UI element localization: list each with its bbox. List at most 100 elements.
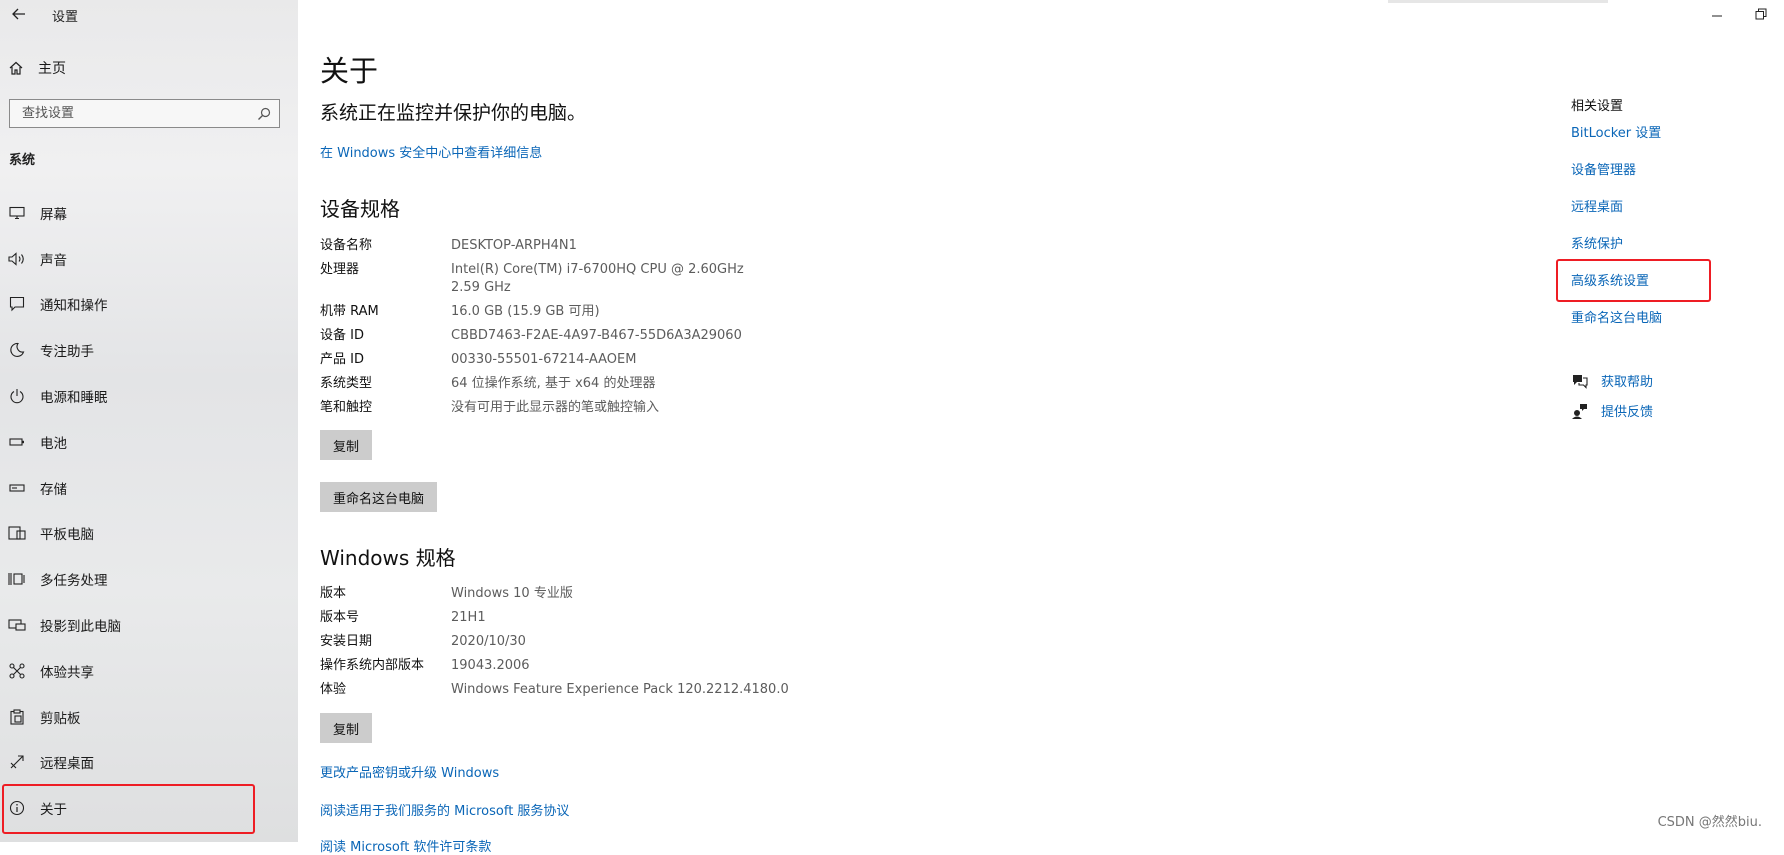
device-manager-link[interactable]: 设备管理器 — [1571, 159, 1636, 178]
sidebar-item-label: 平板电脑 — [40, 527, 94, 544]
sidebar-item-label: 存储 — [40, 481, 67, 498]
sidebar-item-remote-desktop[interactable]: 远程桌面 — [0, 740, 298, 786]
power-icon — [8, 387, 26, 405]
spec-row-product-id: 产品 ID 00330-55501-67214-AAOEM — [320, 351, 744, 369]
display-icon — [8, 204, 26, 222]
spec-label: 操作系统内部版本 — [320, 658, 425, 673]
search-box[interactable] — [9, 99, 280, 128]
spec-value: 19043.2006 — [451, 658, 530, 673]
sidebar-item-clipboard[interactable]: 剪贴板 — [0, 694, 298, 740]
window-title: 设置 — [52, 10, 79, 25]
sidebar-item-project[interactable]: 投影到此电脑 — [0, 602, 298, 648]
sidebar-item-label: 通知和操作 — [40, 298, 108, 315]
spec-label: 设备 ID — [320, 328, 364, 343]
get-help-link[interactable]: 获取帮助 — [1601, 371, 1653, 390]
sidebar-item-display[interactable]: 屏幕 — [0, 190, 298, 236]
spec-row-device-id: 设备 ID CBBD7463-F2AE-4A97-B467-55D6A3A290… — [320, 327, 744, 345]
highlight-box-about — [2, 784, 255, 834]
search-input[interactable] — [20, 105, 257, 122]
give-feedback-link[interactable]: 提供反馈 — [1601, 401, 1653, 420]
spec-label: 产品 ID — [320, 352, 364, 367]
sidebar-item-home[interactable]: 主页 — [8, 58, 66, 78]
spec-label: 版本号 — [320, 610, 360, 625]
sidebar-item-label: 声音 — [40, 252, 67, 269]
change-product-key-link[interactable]: 更改产品密钥或升级 Windows — [320, 762, 499, 781]
services-agreement-link[interactable]: 阅读适用于我们服务的 Microsoft 服务协议 — [320, 800, 569, 819]
remote-desktop-link[interactable]: 远程桌面 — [1571, 196, 1623, 215]
sidebar-item-label: 专注助手 — [40, 344, 94, 361]
sidebar-item-shared-experiences[interactable]: 体验共享 — [0, 648, 298, 694]
spec-label: 机带 RAM — [320, 304, 379, 319]
spec-value: Windows Feature Experience Pack 120.2212… — [451, 682, 789, 697]
watermark: CSDN @然然biu. — [1657, 815, 1762, 830]
spec-row-install-date: 安装日期 2020/10/30 — [320, 633, 789, 651]
spec-label: 安装日期 — [320, 634, 373, 649]
spec-row-pen-touch: 笔和触控 没有可用于此显示器的笔或触控输入 — [320, 399, 744, 417]
sidebar-item-storage[interactable]: 存储 — [0, 465, 298, 511]
system-protection-link[interactable]: 系统保护 — [1571, 233, 1623, 252]
page-title: 关于 — [320, 54, 379, 88]
spec-label: 版本 — [320, 586, 347, 601]
sidebar-nav: 屏幕 声音 通知和操作 专注助手 电源和睡眠 电池 存储 平板电脑 多任务处理 … — [0, 190, 298, 831]
spec-value: Intel(R) Core(TM) i7-6700HQ CPU @ 2.60GH… — [451, 262, 744, 295]
copy-device-specs-button[interactable]: 复制 — [320, 430, 373, 460]
spec-value: 16.0 GB (15.9 GB 可用) — [451, 304, 600, 319]
sidebar-item-power-sleep[interactable]: 电源和睡眠 — [0, 373, 298, 419]
license-terms-link[interactable]: 阅读 Microsoft 软件许可条款 — [320, 836, 491, 855]
spec-value: 2020/10/30 — [451, 634, 526, 649]
sidebar-item-notifications[interactable]: 通知和操作 — [0, 282, 298, 328]
spec-row-system-type: 系统类型 64 位操作系统, 基于 x64 的处理器 — [320, 375, 744, 393]
bitlocker-settings-link[interactable]: BitLocker 设置 — [1571, 122, 1661, 141]
windows-specs-table: 版本 Windows 10 专业版 版本号 21H1 安装日期 2020/10/… — [320, 585, 789, 705]
home-label: 主页 — [38, 61, 66, 77]
sidebar-item-label: 电源和睡眠 — [40, 390, 108, 407]
sidebar-item-label: 屏幕 — [40, 206, 67, 223]
multitask-icon — [8, 570, 26, 588]
sidebar-item-tablet[interactable]: 平板电脑 — [0, 511, 298, 557]
search-icon — [258, 107, 271, 120]
moon-icon — [8, 341, 26, 359]
sidebar-item-battery[interactable]: 电池 — [0, 419, 298, 465]
storage-icon — [8, 479, 26, 497]
security-center-link[interactable]: 在 Windows 安全中心中查看详细信息 — [320, 142, 542, 161]
sidebar-item-label: 投影到此电脑 — [40, 619, 121, 636]
spec-value: 没有可用于此显示器的笔或触控输入 — [451, 400, 660, 415]
give-feedback-row[interactable]: 提供反馈 — [1571, 401, 1653, 420]
sidebar-item-sound[interactable]: 声音 — [0, 236, 298, 282]
get-help-row[interactable]: 获取帮助 — [1571, 371, 1653, 390]
highlight-box-advanced-settings — [1556, 259, 1711, 302]
related-settings-heading: 相关设置 — [1571, 99, 1624, 114]
battery-icon — [8, 433, 26, 451]
window-controls — [1710, 4, 1768, 24]
spec-value: DESKTOP-ARPH4N1 — [451, 238, 577, 253]
sidebar-item-focus-assist[interactable]: 专注助手 — [0, 327, 298, 373]
project-icon — [8, 616, 26, 634]
section-label-system: 系统 — [9, 153, 36, 168]
spec-label: 系统类型 — [320, 376, 373, 391]
speaker-icon — [8, 250, 26, 268]
tablet-icon — [8, 524, 26, 542]
sidebar-item-label: 体验共享 — [40, 664, 94, 681]
sidebar-item-multitasking[interactable]: 多任务处理 — [0, 556, 298, 602]
spec-label: 设备名称 — [320, 238, 373, 253]
copy-windows-specs-button[interactable]: 复制 — [320, 713, 373, 743]
spec-row-version: 版本号 21H1 — [320, 609, 789, 627]
sidebar-item-label: 远程桌面 — [40, 756, 94, 773]
rename-pc-button[interactable]: 重命名这台电脑 — [320, 482, 438, 512]
rename-pc-link[interactable]: 重命名这台电脑 — [1571, 307, 1662, 326]
restore-icon — [1755, 8, 1767, 20]
spec-row-os-build: 操作系统内部版本 19043.2006 — [320, 657, 789, 675]
sidebar-item-label: 多任务处理 — [40, 573, 108, 590]
spec-row-edition: 版本 Windows 10 专业版 — [320, 585, 789, 603]
back-button[interactable] — [8, 2, 30, 26]
top-shadow-line — [1388, 0, 1608, 3]
notification-icon — [8, 295, 26, 313]
minimize-button[interactable] — [1710, 4, 1724, 24]
spec-row-experience: 体验 Windows Feature Experience Pack 120.2… — [320, 681, 789, 699]
help-chat-icon — [1573, 374, 1588, 389]
home-icon — [9, 61, 23, 75]
spec-value: 64 位操作系统, 基于 x64 的处理器 — [451, 376, 656, 391]
restore-button[interactable] — [1754, 4, 1768, 24]
spec-row-processor: 处理器 Intel(R) Core(TM) i7-6700HQ CPU @ 2.… — [320, 261, 744, 297]
sidebar: 设置 主页 系统 屏幕 声音 通知 — [0, 0, 298, 842]
